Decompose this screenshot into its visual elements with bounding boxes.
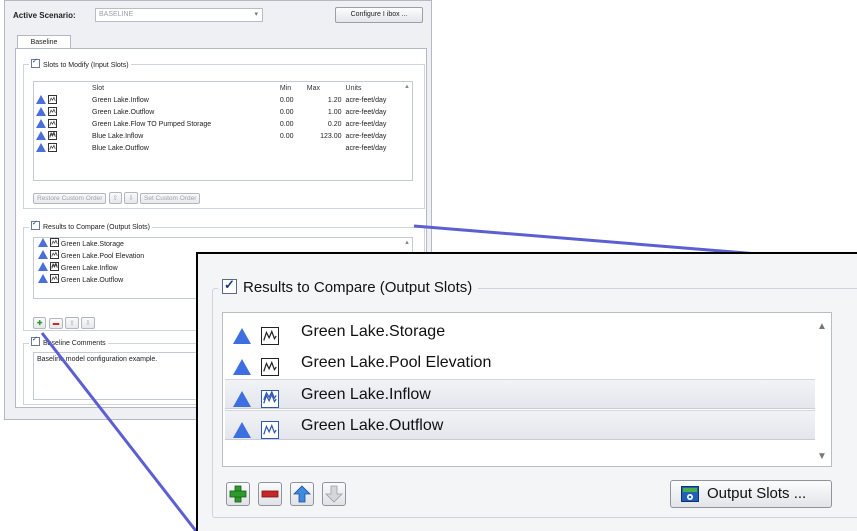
output-slots-group-title: Results to Compare (Output Slots) — [218, 277, 479, 296]
red-minus-icon — [261, 490, 279, 498]
move-up-button[interactable] — [290, 482, 314, 506]
list-item-selected[interactable]: Green Lake.Inflow — [225, 379, 815, 409]
series-slot-icon — [261, 417, 279, 447]
add-output-slot-button[interactable] — [226, 482, 250, 506]
output-slot-name: Green Lake.Pool Elevation — [301, 354, 492, 371]
remove-output-slot-button[interactable] — [258, 482, 282, 506]
output-slots-button[interactable]: Output Slots ... — [670, 480, 832, 508]
green-plus-icon — [229, 485, 247, 503]
output-slots-list: Green Lake.Storage Green Lake.Pool Eleva… — [222, 312, 832, 467]
list-item[interactable]: Green Lake.Storage — [225, 317, 815, 347]
list-scrollbar[interactable]: ▲ ▼ — [813, 313, 831, 466]
scroll-up-arrow-icon[interactable]: ▲ — [817, 321, 827, 332]
output-slot-name: Green Lake.Storage — [301, 323, 446, 340]
list-item-selected[interactable]: Green Lake.Outflow — [225, 410, 815, 440]
callout-line-bottom — [40, 332, 198, 531]
move-down-button[interactable] — [322, 482, 346, 506]
output-slots-title-text: Results to Compare (Output Slots) — [243, 279, 473, 296]
list-item[interactable]: Green Lake.Pool Elevation — [225, 348, 815, 378]
zoomed-output-slots-panel: Results to Compare (Output Slots) Green … — [196, 252, 857, 531]
scroll-down-arrow-icon[interactable]: ▼ — [817, 451, 827, 462]
output-slots-checkbox[interactable] — [222, 277, 237, 294]
output-slots-button-label: Output Slots ... — [707, 485, 807, 502]
output-slots-icon — [681, 486, 699, 502]
output-slot-name: Green Lake.Inflow — [301, 386, 431, 403]
blue-up-arrow-icon — [293, 485, 311, 503]
blue-triangle-icon — [233, 417, 251, 447]
output-slot-name: Green Lake.Outflow — [301, 417, 444, 434]
grey-down-arrow-icon — [325, 485, 343, 503]
